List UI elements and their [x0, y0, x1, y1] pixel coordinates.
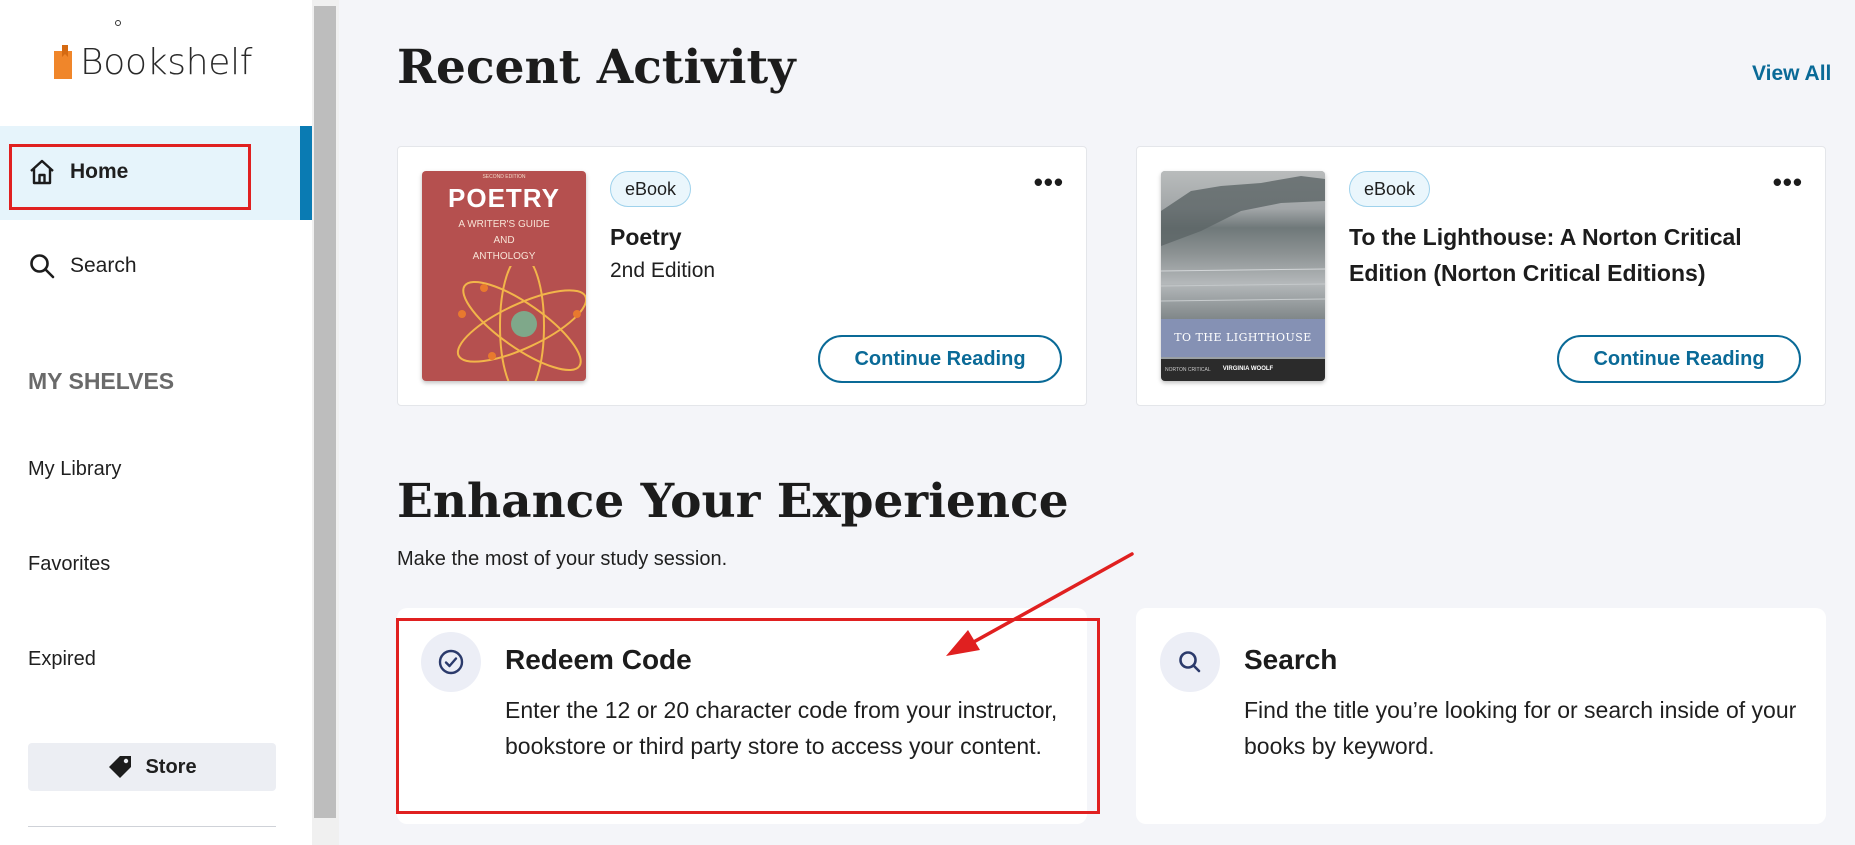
tag-icon: [107, 754, 133, 780]
cover-subtitle-1: A WRITER'S GUIDE: [458, 219, 550, 230]
nav-item-search[interactable]: Search: [28, 252, 137, 280]
sidebar-divider: [28, 826, 276, 827]
search-icon: [1160, 632, 1220, 692]
bookshelf-logo[interactable]: Bookshelf: [50, 41, 253, 83]
search-card[interactable]: Search Find the title you’re looking for…: [1136, 608, 1826, 824]
ebook-badge: eBook: [610, 171, 692, 207]
shelf-expired[interactable]: Expired: [28, 648, 96, 671]
book-title[interactable]: Poetry: [610, 219, 1030, 255]
sidebar: Bookshelf Home Search MY SHELVES My Libr…: [0, 0, 312, 845]
more-options-icon[interactable]: •••: [1034, 169, 1064, 195]
small-dot-mark: [115, 20, 121, 26]
nav-search-label: Search: [70, 254, 137, 277]
annotation-arrow-icon: [946, 552, 1134, 656]
lighthouse-cover[interactable]: TO THE LIGHTHOUSE NORTON CRITICAL VIRGIN…: [1161, 171, 1325, 381]
store-label: Store: [145, 755, 197, 778]
scrollbar-thumb[interactable]: [314, 6, 336, 818]
recent-activity-heading: Recent Activity: [397, 40, 796, 95]
cover-footer: NORTON CRITICAL VIRGINIA WOOLF: [1161, 359, 1325, 381]
book-card-poetry[interactable]: SECOND EDITION POETRY A WRITER'S GUIDE A…: [397, 146, 1087, 406]
logo-text: Bookshelf: [80, 41, 253, 83]
search-icon: [28, 252, 56, 280]
ebook-badge: eBook: [1349, 171, 1431, 207]
enhance-subtitle: Make the most of your study session.: [397, 548, 728, 570]
sidebar-scrollbar[interactable]: [312, 0, 339, 845]
annotation-home-box: [9, 144, 251, 210]
search-card-title: Search: [1244, 644, 1338, 675]
nav-active-indicator: [300, 126, 312, 220]
book-title[interactable]: To the Lighthouse: A Norton Critical Edi…: [1349, 219, 1769, 291]
atom-illustration: [456, 266, 586, 381]
continue-reading-button[interactable]: Continue Reading: [1557, 335, 1801, 383]
enhance-heading: Enhance Your Experience: [397, 474, 1069, 529]
cover-title-band: TO THE LIGHTHOUSE: [1161, 319, 1325, 357]
poetry-cover[interactable]: SECOND EDITION POETRY A WRITER'S GUIDE A…: [422, 171, 586, 381]
shelf-favorites[interactable]: Favorites: [28, 553, 110, 576]
cover-cliff-image: [1161, 176, 1325, 302]
bookshelf-logo-icon: [50, 43, 76, 81]
more-options-icon[interactable]: •••: [1773, 169, 1803, 195]
cover-subtitle-2: AND: [493, 235, 515, 246]
shelf-my-library[interactable]: My Library: [28, 458, 121, 481]
cover-edition-text: SECOND EDITION: [482, 174, 526, 180]
search-card-description: Find the title you’re looking for or sea…: [1244, 697, 1797, 759]
cover-subtitle-3: ANTHOLOGY: [472, 251, 536, 262]
cover-title: POETRY: [448, 183, 560, 213]
view-all-link[interactable]: View All: [1752, 62, 1831, 86]
cover-publisher: NORTON CRITICAL: [1165, 367, 1211, 373]
continue-reading-button[interactable]: Continue Reading: [818, 335, 1062, 383]
book-card-lighthouse[interactable]: TO THE LIGHTHOUSE NORTON CRITICAL VIRGIN…: [1136, 146, 1826, 406]
cover-author: VIRGINIA WOOLF: [1222, 366, 1274, 372]
my-shelves-heading: MY SHELVES: [28, 368, 175, 394]
store-button[interactable]: Store: [28, 743, 276, 791]
book-edition: 2nd Edition: [610, 259, 716, 282]
